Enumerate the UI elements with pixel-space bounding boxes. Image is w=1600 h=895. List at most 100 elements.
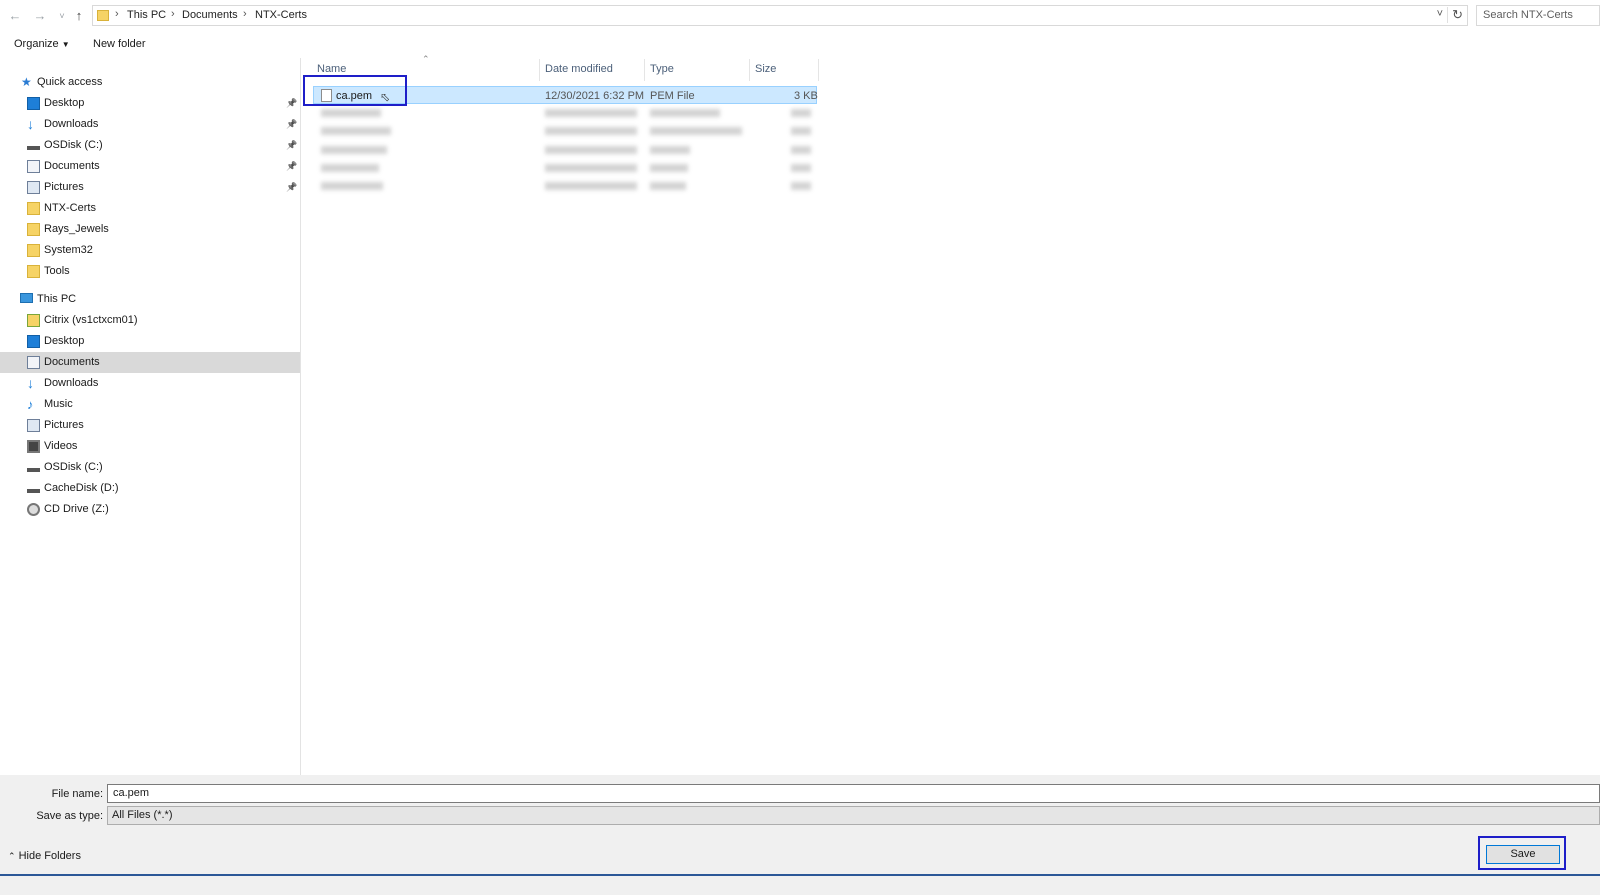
- organize-button[interactable]: Organize ▼: [14, 38, 70, 50]
- nav-label: CD Drive (Z:): [44, 503, 109, 515]
- file-row-redacted[interactable]: [313, 159, 817, 177]
- nav-label: Rays_Jewels: [44, 223, 109, 235]
- nav-label: OSDisk (C:): [44, 461, 103, 473]
- cd-drive-icon: [27, 503, 40, 516]
- hide-folders-button[interactable]: ⌃ Hide Folders: [8, 850, 81, 862]
- videos-icon: [27, 440, 40, 453]
- nav-label: System32: [44, 244, 93, 256]
- nav-item-osdisk-c[interactable]: OSDisk (C:) 📌: [0, 135, 300, 156]
- nav-item-documents[interactable]: Documents: [0, 352, 300, 373]
- nav-item-citrix-vs1ctxcm01[interactable]: Citrix (vs1ctxcm01): [0, 310, 300, 331]
- nav-quick-access[interactable]: ★ Quick access: [0, 72, 300, 93]
- chevron-down-icon[interactable]: ˅: [1437, 8, 1443, 20]
- column-divider[interactable]: [644, 59, 645, 81]
- back-icon[interactable]: ←: [5, 6, 25, 26]
- organize-label: Organize: [14, 38, 59, 50]
- nav-item-downloads[interactable]: ↓ Downloads: [0, 373, 300, 394]
- pin-icon[interactable]: 📌: [286, 93, 297, 114]
- nav-label: Quick access: [37, 76, 103, 88]
- download-arrow-icon: ↓: [27, 116, 34, 132]
- save-type-select[interactable]: All Files (*.*): [107, 806, 1600, 825]
- highlight-box-file: [303, 75, 407, 106]
- hide-folders-label: Hide Folders: [18, 850, 81, 862]
- chevron-up-icon: ⌃: [8, 851, 16, 861]
- up-arrow-icon[interactable]: ↑: [69, 6, 89, 26]
- file-size: 3 KB: [794, 90, 818, 102]
- chevron-right-icon[interactable]: ›: [115, 8, 119, 20]
- nav-item-tools[interactable]: Tools: [0, 261, 300, 282]
- navigation-pane: ★ Quick access Desktop 📌 ↓ Downloads 📌 OSDisk…: [0, 70, 300, 775]
- nav-item-pictures[interactable]: Pictures 📌: [0, 177, 300, 198]
- breadcrumb-ntx-certs[interactable]: NTX-Certs: [255, 9, 307, 21]
- pin-icon[interactable]: 📌: [286, 114, 297, 135]
- nav-item-system32[interactable]: System32: [0, 240, 300, 261]
- nav-label: OSDisk (C:): [44, 139, 103, 151]
- breadcrumb-documents[interactable]: Documents: [182, 9, 238, 21]
- nav-item-osdisk-c[interactable]: OSDisk (C:): [0, 457, 300, 478]
- sort-ascending-icon: ⌃: [422, 54, 430, 64]
- forward-icon[interactable]: →: [30, 6, 50, 26]
- search-input[interactable]: Search NTX-Certs: [1476, 5, 1600, 26]
- mouse-cursor-icon: ⬁: [380, 90, 391, 104]
- file-row-redacted[interactable]: [313, 141, 817, 159]
- column-divider[interactable]: [539, 59, 540, 81]
- file-row-redacted[interactable]: [313, 177, 817, 195]
- file-row-redacted[interactable]: [313, 122, 817, 140]
- caret-down-icon: ▼: [61, 40, 70, 49]
- nav-label: Desktop: [44, 97, 85, 109]
- file-type: PEM File: [650, 90, 695, 102]
- chevron-right-icon[interactable]: ›: [243, 8, 247, 20]
- address-bar[interactable]: › This PC › Documents › NTX-Certs ˅ ↻: [92, 5, 1468, 26]
- desktop-icon: [27, 97, 40, 110]
- chevron-right-icon[interactable]: ›: [171, 8, 175, 20]
- nav-item-ntx-certs[interactable]: NTX-Certs: [0, 198, 300, 219]
- window-border: [0, 874, 1600, 876]
- nav-label: This PC: [37, 293, 77, 305]
- nav-label: Music: [44, 398, 73, 410]
- pictures-icon: [27, 181, 40, 194]
- pin-icon[interactable]: 📌: [286, 135, 297, 156]
- nav-item-desktop[interactable]: Desktop 📌: [0, 93, 300, 114]
- nav-item-downloads[interactable]: ↓ Downloads 📌: [0, 114, 300, 135]
- breadcrumb-this-pc[interactable]: This PC: [127, 9, 166, 21]
- nav-label: Documents: [44, 356, 100, 368]
- nav-label: NTX-Certs: [44, 202, 96, 214]
- nav-item-music[interactable]: ♪ Music: [0, 394, 300, 415]
- folder-icon: [97, 10, 109, 21]
- pin-icon[interactable]: 📌: [286, 177, 297, 198]
- folder-icon: [27, 223, 40, 236]
- nav-item-videos[interactable]: Videos: [0, 436, 300, 457]
- nav-label: Citrix (vs1ctxcm01): [44, 314, 138, 326]
- download-arrow-icon: ↓: [27, 375, 34, 391]
- pin-icon[interactable]: 📌: [286, 156, 297, 177]
- column-size[interactable]: Size: [755, 63, 776, 79]
- pane-splitter[interactable]: [300, 58, 301, 775]
- nav-label: CacheDisk (D:): [44, 482, 119, 494]
- nav-label: Pictures: [44, 181, 84, 193]
- nav-item-pictures[interactable]: Pictures: [0, 415, 300, 436]
- nav-label: Desktop: [44, 335, 85, 347]
- column-type[interactable]: Type: [650, 63, 674, 79]
- nav-item-cd-drive-z[interactable]: CD Drive (Z:): [0, 499, 300, 520]
- column-divider[interactable]: [749, 59, 750, 81]
- network-drive-icon: [27, 314, 40, 327]
- nav-this-pc[interactable]: This PC: [0, 289, 300, 310]
- file-name-label: File name:: [51, 788, 103, 800]
- music-icon: ♪: [27, 397, 34, 412]
- nav-item-documents[interactable]: Documents 📌: [0, 156, 300, 177]
- file-row-redacted[interactable]: [313, 104, 817, 122]
- file-name-input[interactable]: ca.pem: [107, 784, 1600, 803]
- refresh-icon[interactable]: ↻: [1447, 7, 1463, 23]
- computer-icon: [20, 293, 33, 303]
- nav-item-rays-jewels[interactable]: Rays_Jewels: [0, 219, 300, 240]
- new-folder-button[interactable]: New folder: [93, 38, 146, 50]
- nav-item-desktop[interactable]: Desktop: [0, 331, 300, 352]
- folder-icon: [27, 202, 40, 215]
- documents-icon: [27, 160, 40, 173]
- column-divider[interactable]: [818, 59, 819, 81]
- column-date-modified[interactable]: Date modified: [545, 63, 613, 79]
- nav-item-cachedisk-d[interactable]: CacheDisk (D:): [0, 478, 300, 499]
- nav-label: Documents: [44, 160, 100, 172]
- nav-label: Downloads: [44, 377, 99, 389]
- file-date: 12/30/2021 6:32 PM: [545, 90, 645, 102]
